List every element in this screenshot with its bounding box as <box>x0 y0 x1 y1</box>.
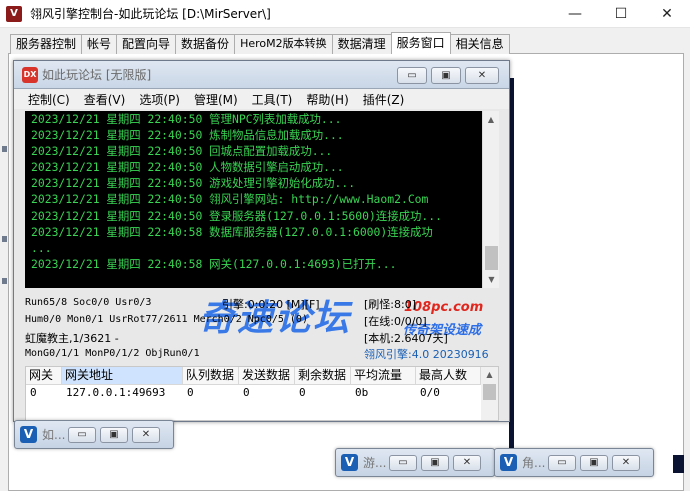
cell-max-users: 0/0 <box>420 386 440 399</box>
tab-data-backup[interactable]: 数据备份 <box>175 34 236 54</box>
scroll-down-icon[interactable]: ▼ <box>483 271 499 288</box>
mini-maximize-button[interactable]: ▣ <box>421 454 449 471</box>
v-app-icon: V <box>20 426 37 443</box>
col-gateway-address[interactable]: 网关地址 <box>62 367 183 385</box>
maximize-button[interactable]: ☐ <box>598 0 644 28</box>
col-send-data[interactable]: 发送数据 <box>239 367 295 385</box>
tab-config-wizard[interactable]: 配置向导 <box>116 34 177 54</box>
minimized-title: 角... <box>522 456 546 470</box>
mini-close-button[interactable]: ✕ <box>132 426 160 443</box>
mini-close-button[interactable]: ✕ <box>453 454 481 471</box>
stat-run: Run65/8 Soc0/0 Usr0/3 <box>25 297 152 308</box>
mini-restore-button[interactable]: ▭ <box>548 454 576 471</box>
col-avg-flow[interactable]: 平均流量 <box>351 367 416 385</box>
inner-minimize-button[interactable]: ▭ <box>397 67 427 84</box>
mini-maximize-button[interactable]: ▣ <box>580 454 608 471</box>
cell-avg-flow: 0b <box>355 386 369 399</box>
log-line: 2023/12/21 星期四 22:40:50 回城点配置加载成功... <box>31 144 333 159</box>
main-title-bar: V 翎风引擎控制台-如此玩论坛 [D:\MirServer\] — ☐ ✕ <box>0 0 690 28</box>
edge-fragment <box>2 236 7 242</box>
log-line: 2023/12/21 星期四 22:40:50 炼制物品信息加载成功... <box>31 128 344 143</box>
log-line: 2023/12/21 星期四 22:40:50 游戏处理引擎初始化成功... <box>31 176 356 191</box>
menu-help[interactable]: 帮助(H) <box>306 91 348 108</box>
log-line: 2023/12/21 星期四 22:40:50 翎风引擎网站: http://w… <box>31 192 429 207</box>
scroll-thumb[interactable] <box>483 384 496 400</box>
stat-refresh: [刷怪:8:0] <box>364 298 416 311</box>
edge-fragment <box>2 146 7 152</box>
col-gateway[interactable]: 网关 <box>26 367 62 385</box>
close-button[interactable]: ✕ <box>644 0 690 28</box>
stat-engine: 引擎:0:0:20 [M][F] <box>222 298 320 311</box>
status-panel: Run65/8 Soc0/0 Usr0/3 引擎:0:0:20 [M][F] [… <box>25 293 499 365</box>
col-max-users[interactable]: 最高人数 <box>416 367 481 385</box>
tab-data-cleanup[interactable]: 数据清理 <box>331 34 392 54</box>
tab-service-window[interactable]: 服务窗口 <box>390 32 451 54</box>
cell-queue: 0 <box>187 386 194 399</box>
menu-manage[interactable]: 管理(M) <box>194 91 238 108</box>
dx-app-icon: DX <box>22 66 38 83</box>
tab-herom2-convert[interactable]: HeroM2版本转换 <box>234 34 333 54</box>
log-line: 2023/12/21 星期四 22:40:50 人物数据引擎启动成功... <box>31 160 344 175</box>
cell-address: 127.0.0.1:49693 <box>66 386 166 399</box>
log-line: 2023/12/21 星期四 22:40:50 管理NPC列表加载成功... <box>31 112 342 126</box>
log-line: ... <box>31 240 52 255</box>
window-title: 翎风引擎控制台-如此玩论坛 [D:\MirServer\] <box>30 7 271 21</box>
log-line: 2023/12/21 星期四 22:40:58 网关(127.0.0.1:469… <box>31 256 397 271</box>
app-icon: V <box>6 5 22 22</box>
minimized-window[interactable]: V 如... ▭ ▣ ✕ <box>14 420 174 449</box>
v-app-icon: V <box>500 454 517 471</box>
stat-boss: 虹魔教主,1/3621 - <box>25 332 119 345</box>
mini-maximize-button[interactable]: ▣ <box>100 426 128 443</box>
col-remaining-data[interactable]: 剩余数据 <box>295 367 351 385</box>
scroll-up-icon[interactable]: ▲ <box>483 111 499 128</box>
menu-options[interactable]: 选项(P) <box>139 91 180 108</box>
stat-version: 翎风引擎:4.0 20230916 <box>364 348 489 361</box>
stat-online: [在线:0/0/0] <box>364 315 427 328</box>
inner-restore-button[interactable]: ▣ <box>431 67 461 84</box>
cell-send: 0 <box>243 386 250 399</box>
service-window-title: 如此玩论坛 [无限版] <box>42 68 152 82</box>
log-line: 2023/12/21 星期四 22:40:58 数据库服务器(127.0.0.1… <box>31 224 433 239</box>
service-window-titlebar[interactable]: DX 如此玩论坛 [无限版] ▭ ▣ ✕ <box>14 61 509 89</box>
col-queue-data[interactable]: 队列数据 <box>183 367 239 385</box>
scroll-thumb[interactable] <box>485 246 498 270</box>
mini-close-button[interactable]: ✕ <box>612 454 640 471</box>
service-window[interactable]: DX 如此玩论坛 [无限版] ▭ ▣ ✕ 控制(C) 查看(V) 选项(P) 管… <box>13 60 510 422</box>
mini-restore-button[interactable]: ▭ <box>389 454 417 471</box>
cell-gateway: 0 <box>30 386 37 399</box>
edge-fragment <box>2 278 7 284</box>
background-window-strip <box>673 455 684 473</box>
menu-bar: 控制(C) 查看(V) 选项(P) 管理(M) 工具(T) 帮助(H) 插件(Z… <box>14 89 509 109</box>
minimize-button[interactable]: — <box>552 0 598 28</box>
stat-local: [本机:2.6407天] <box>364 332 448 345</box>
table-header: 网关 网关地址 队列数据 发送数据 剩余数据 平均流量 最高人数 <box>26 367 498 385</box>
cell-remaining: 0 <box>299 386 306 399</box>
scroll-up-icon[interactable]: ▲ <box>481 367 498 383</box>
tab-server-control[interactable]: 服务器控制 <box>10 34 83 54</box>
menu-plugins[interactable]: 插件(Z) <box>363 91 405 108</box>
log-line: 2023/12/21 星期四 22:40:50 登录服务器(127.0.0.1:… <box>31 208 442 223</box>
stat-mongo: MonG0/1/1 MonP0/1/2 ObjRun0/1 <box>25 348 200 359</box>
console-scrollbar[interactable]: ▲ ▼ <box>482 111 499 288</box>
inner-close-button[interactable]: ✕ <box>465 67 499 84</box>
menu-view[interactable]: 查看(V) <box>84 91 126 108</box>
minimized-window[interactable]: V 角... ▭ ▣ ✕ <box>494 448 654 477</box>
tab-related-info[interactable]: 相关信息 <box>449 34 510 54</box>
minimized-title: 如... <box>42 428 66 442</box>
tab-account[interactable]: 帐号 <box>81 34 118 54</box>
menu-tools[interactable]: 工具(T) <box>252 91 293 108</box>
table-scrollbar[interactable]: ▲ <box>481 367 498 420</box>
main-tabs: 服务器控制 帐号 配置向导 数据备份 HeroM2版本转换 数据清理 服务窗口 … <box>10 32 510 54</box>
mini-restore-button[interactable]: ▭ <box>68 426 96 443</box>
menu-control[interactable]: 控制(C) <box>28 91 70 108</box>
stat-hum: Hum0/0 Mon0/1 UsrRot77/2611 Merch0/2 Npc… <box>25 314 308 325</box>
v-app-icon: V <box>341 454 358 471</box>
minimized-title: 游... <box>363 456 387 470</box>
log-console[interactable]: 2023/12/21 星期四 22:40:50 管理NPC列表加载成功... 2… <box>25 111 499 288</box>
gateway-table[interactable]: 网关 网关地址 队列数据 发送数据 剩余数据 平均流量 最高人数 0 127.0… <box>25 366 499 421</box>
minimized-window[interactable]: V 游... ▭ ▣ ✕ <box>335 448 495 477</box>
table-row[interactable]: 0 127.0.0.1:49693 0 0 0 0b 0/0 <box>26 385 498 401</box>
